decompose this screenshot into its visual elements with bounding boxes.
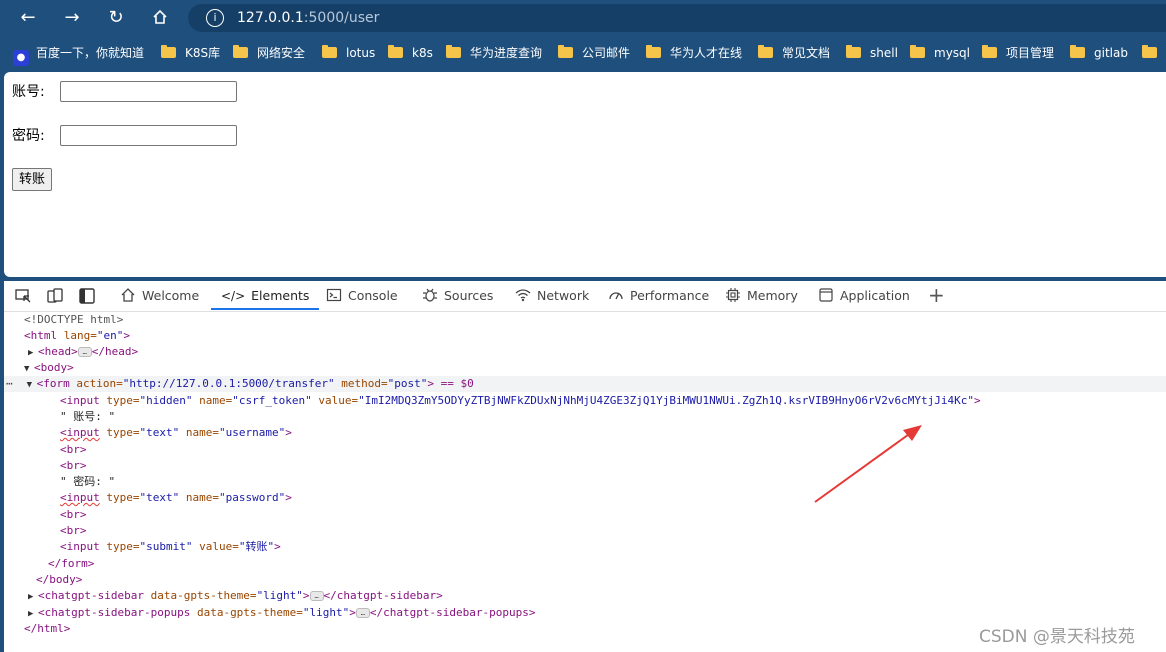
- dom-node[interactable]: <input type="hidden" name="csrf_token" v…: [4, 393, 1166, 409]
- bookmark-network-security[interactable]: 网络安全: [233, 40, 305, 66]
- folder-icon: [388, 45, 403, 58]
- folder-icon: [646, 45, 661, 58]
- bookmark-overflow[interactable]: [1142, 40, 1166, 66]
- dom-node[interactable]: </form>: [4, 556, 1166, 572]
- bookmark-huawei-progress[interactable]: 华为进度查询: [446, 40, 542, 66]
- bookmark-project-management[interactable]: 项目管理: [982, 40, 1054, 66]
- bookmark-company-mail[interactable]: 公司邮件: [558, 40, 630, 66]
- dom-node[interactable]: <br>: [4, 523, 1166, 539]
- application-icon: [819, 288, 833, 302]
- console-icon: [326, 288, 342, 302]
- bookmark-lotus[interactable]: lotus: [322, 40, 375, 66]
- dom-node[interactable]: " 密码: ": [4, 474, 1166, 490]
- tab-sources[interactable]: Sources: [422, 281, 493, 310]
- dom-node[interactable]: ▶ <head>… </head>: [4, 344, 1166, 360]
- collapse-icon[interactable]: ▼: [4, 361, 34, 377]
- bookmark-gitlab[interactable]: gitlab: [1070, 40, 1128, 66]
- site-info-icon[interactable]: i: [206, 9, 224, 27]
- page-viewport: 账号: 密码: 转账: [4, 72, 1166, 277]
- account-label: 账号:: [12, 84, 45, 100]
- folder-icon: [161, 45, 176, 58]
- url-text: 127.0.0.1:5000/user: [237, 10, 380, 26]
- bookmark-k8s-lib[interactable]: K8S库: [161, 40, 220, 66]
- dom-node[interactable]: <html lang="en">: [4, 328, 1166, 344]
- dom-node[interactable]: <input type="text" name="password">: [4, 490, 1166, 506]
- bookmarks-bar: ● 百度一下，你就知道 K8S库 网络安全 lotus k8s 华为进度查询 公司…: [0, 40, 1166, 66]
- collapse-icon[interactable]: ▼: [13, 377, 37, 393]
- dom-node[interactable]: <br>: [4, 458, 1166, 474]
- dom-node[interactable]: <br>: [4, 507, 1166, 523]
- tab-elements[interactable]: </> Elements: [211, 281, 320, 310]
- tab-welcome[interactable]: Welcome: [120, 281, 199, 310]
- expand-icon[interactable]: ▶: [4, 606, 38, 622]
- home-icon: [121, 288, 135, 302]
- browser-toolbar: ← → ↻ i 127.0.0.1:5000/user ● 百度一下，你就知道 K…: [0, 0, 1166, 72]
- dom-node[interactable]: <br>: [4, 442, 1166, 458]
- bookmark-mysql[interactable]: mysql: [910, 40, 970, 66]
- tab-application[interactable]: Application: [818, 281, 910, 310]
- devtools-toolbar: Welcome </> Elements Console Sources Netw…: [4, 281, 1166, 312]
- username-input[interactable]: [60, 81, 237, 102]
- ellipsis-icon[interactable]: …: [309, 591, 324, 601]
- dom-node[interactable]: <input type="submit" value="转账">: [4, 539, 1166, 555]
- folder-icon: [910, 45, 925, 58]
- dom-node-selected[interactable]: ⋯ ▼ <form action="http://127.0.0.1:5000/tr…: [4, 376, 1166, 392]
- folder-icon: [846, 45, 861, 58]
- dom-node[interactable]: " 账号: ": [4, 409, 1166, 425]
- address-bar[interactable]: i 127.0.0.1:5000/user: [188, 4, 1166, 32]
- dock-panel-icon[interactable]: [78, 287, 96, 305]
- password-label: 密码:: [12, 128, 45, 144]
- home-icon[interactable]: [146, 6, 174, 30]
- code-icon: </>: [221, 289, 246, 303]
- forward-icon[interactable]: →: [58, 6, 86, 30]
- inspect-icon[interactable]: [14, 287, 32, 305]
- tab-performance[interactable]: Performance: [608, 281, 709, 310]
- folder-icon: [233, 45, 248, 58]
- dom-node[interactable]: ▶ <chatgpt-sidebar data-gpts-theme="light…: [4, 588, 1166, 604]
- bookmark-huawei-talent[interactable]: 华为人才在线: [646, 40, 742, 66]
- folder-icon: [758, 45, 773, 58]
- folder-icon: [558, 45, 573, 58]
- add-tab-icon[interactable]: +: [928, 281, 945, 310]
- watermark: CSDN @景天科技苑: [979, 627, 1135, 647]
- dom-node[interactable]: <!DOCTYPE html>: [4, 312, 1166, 328]
- tab-console[interactable]: Console: [326, 281, 398, 310]
- device-emulation-icon[interactable]: [46, 287, 64, 305]
- folder-icon: [446, 45, 461, 58]
- dom-node[interactable]: </body>: [4, 572, 1166, 588]
- bookmark-shell[interactable]: shell: [846, 40, 898, 66]
- ellipsis-icon[interactable]: …: [355, 608, 370, 618]
- dom-node[interactable]: ▶ <chatgpt-sidebar-popups data-gpts-theme…: [4, 605, 1166, 621]
- elements-tree: <!DOCTYPE html> <html lang="en"> ▶ <head>…: [4, 311, 1166, 652]
- tab-network[interactable]: Network: [515, 281, 589, 310]
- chip-icon: [726, 288, 740, 302]
- reload-icon[interactable]: ↻: [102, 6, 130, 30]
- folder-icon: [1070, 45, 1085, 58]
- bookmark-common-docs[interactable]: 常见文档: [758, 40, 830, 66]
- expand-icon[interactable]: ▶: [4, 345, 38, 361]
- back-icon[interactable]: ←: [14, 6, 42, 30]
- folder-icon: [322, 45, 337, 58]
- wifi-icon: [515, 289, 531, 302]
- more-icon[interactable]: ⋯: [4, 377, 13, 390]
- password-input[interactable]: [60, 125, 237, 146]
- gauge-icon: [609, 292, 623, 300]
- ellipsis-icon[interactable]: …: [77, 347, 92, 357]
- devtools-panel: Welcome </> Elements Console Sources Netw…: [4, 281, 1166, 652]
- baidu-icon: ●: [13, 50, 29, 66]
- dom-node[interactable]: <input type="text" name="username">: [4, 425, 1166, 441]
- folder-icon: [1142, 45, 1157, 58]
- bug-icon: [423, 288, 437, 302]
- folder-icon: [982, 45, 997, 58]
- expand-icon[interactable]: ▶: [4, 589, 38, 605]
- bookmark-baidu[interactable]: ● 百度一下，你就知道: [13, 40, 144, 66]
- bookmark-k8s[interactable]: k8s: [388, 40, 433, 66]
- tab-memory[interactable]: Memory: [725, 281, 798, 310]
- transfer-button[interactable]: 转账: [12, 168, 53, 191]
- dom-node[interactable]: ▼ <body>: [4, 360, 1166, 376]
